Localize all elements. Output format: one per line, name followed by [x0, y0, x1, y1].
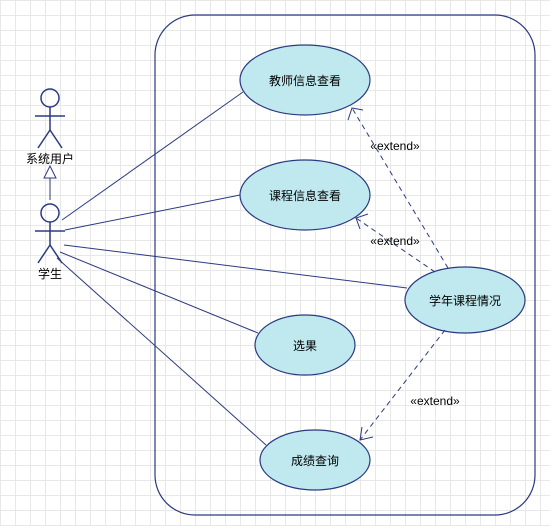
extend-uc5-uc1-label: «extend»	[370, 139, 420, 153]
usecase-course-info: 课程信息查看	[240, 160, 370, 230]
assoc-student-uc5	[64, 245, 407, 288]
usecase-course-info-label: 课程信息查看	[269, 188, 341, 203]
assoc-student-uc1	[62, 92, 243, 220]
extend-uc5-uc4-label: «extend»	[410, 394, 460, 408]
usecase-year-course: 学年课程情况	[405, 267, 525, 333]
extend-uc5-uc2: «extend»	[356, 214, 435, 272]
extend-uc5-uc2-label: «extend»	[370, 234, 420, 248]
use-case-diagram: 系统用户 学生 教师信息查看 课程信息查看 选果 成绩查询 学年课程情况	[0, 0, 550, 526]
actor-student-label: 学生	[38, 266, 62, 281]
assoc-student-uc3	[60, 252, 258, 333]
usecase-grade-query: 成绩查询	[260, 430, 370, 490]
usecase-select: 选果	[255, 315, 355, 375]
actor-system-user-label: 系统用户	[26, 151, 74, 166]
actor-system-user: 系统用户	[26, 89, 74, 166]
assoc-student-uc4	[57, 258, 266, 445]
usecase-year-course-label: 学年课程情况	[429, 293, 501, 308]
generalization-student-to-systemuser	[44, 166, 56, 200]
extend-uc5-uc4: «extend»	[360, 330, 460, 440]
actor-student: 学生	[35, 204, 65, 281]
usecase-teacher-info: 教师信息查看	[240, 45, 370, 115]
assoc-student-uc2	[65, 195, 240, 230]
usecase-select-label: 选果	[293, 339, 317, 353]
usecase-grade-query-label: 成绩查询	[291, 454, 339, 468]
usecase-teacher-info-label: 教师信息查看	[269, 73, 341, 88]
